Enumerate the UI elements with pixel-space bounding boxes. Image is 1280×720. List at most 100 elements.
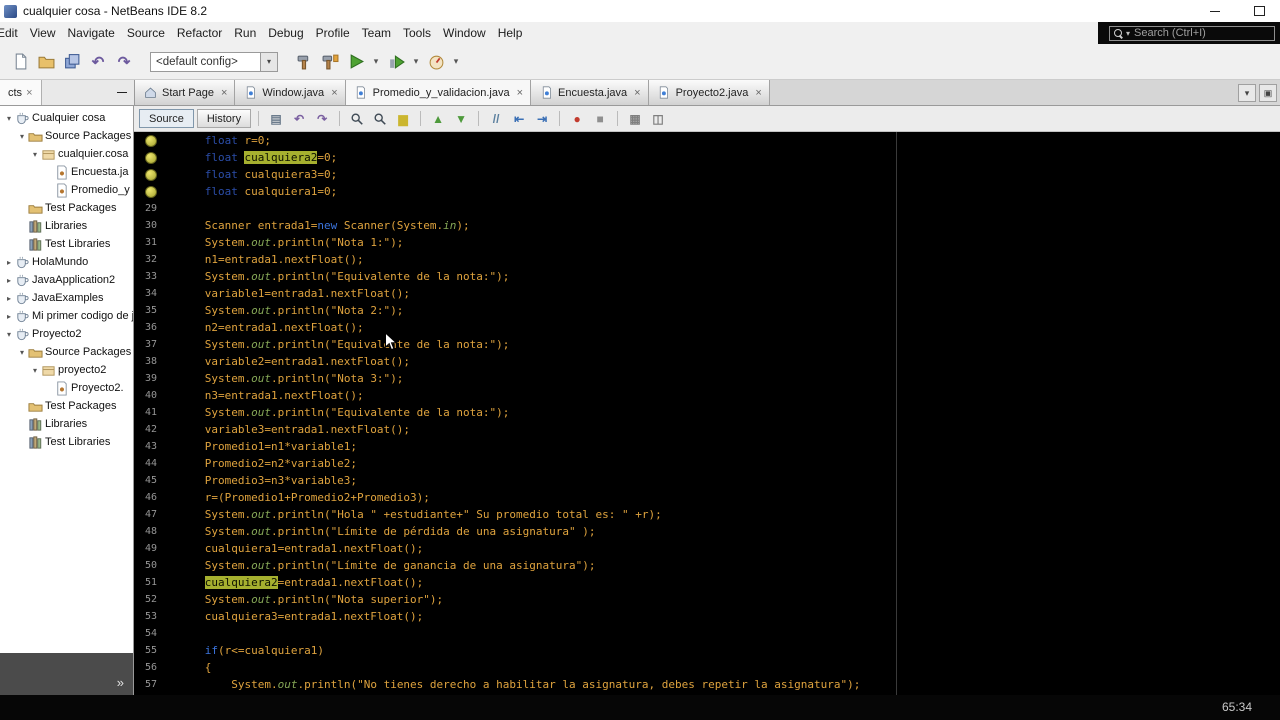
tab-close-icon[interactable]: × [634,87,640,99]
overflow-indicator[interactable]: » [117,675,124,690]
projects-tab-close-icon[interactable]: × [26,87,32,99]
warning-annotation-icon[interactable] [134,183,165,200]
line-number[interactable]: 45 [134,472,165,489]
tree-expander-icon[interactable]: ▸ [4,276,14,285]
code-line[interactable]: 36 n2=entrada1.nextFloat(); [134,319,1280,336]
debug-project-icon[interactable] [384,50,408,74]
menu-view[interactable]: View [24,23,62,43]
line-number[interactable]: 46 [134,489,165,506]
line-number[interactable]: 41 [134,404,165,421]
code-line[interactable]: 56 { [134,659,1280,676]
tree-item-libraries[interactable]: Libraries [0,217,133,235]
code-line[interactable]: 51 cualquiera2=entrada1.nextFloat(); [134,574,1280,591]
code-line[interactable]: 40 n3=entrada1.nextFloat(); [134,387,1280,404]
start-macro-recording-icon[interactable]: ● [567,109,587,129]
code-line[interactable]: float r=0; [134,132,1280,149]
find-occurrences-icon[interactable] [370,109,390,129]
debug-dropdown-icon[interactable]: ▾ [410,50,422,74]
menu-refactor[interactable]: Refactor [171,23,228,43]
line-number[interactable]: 52 [134,591,165,608]
tree-item-test-packages[interactable]: Test Packages [0,199,133,217]
run-dropdown-icon[interactable]: ▾ [370,50,382,74]
line-number[interactable]: 43 [134,438,165,455]
line-number[interactable]: 57 [134,676,165,693]
line-number[interactable]: 29 [134,200,165,217]
clean-build-project-icon[interactable] [318,50,342,74]
code-line[interactable]: float cualquiera1=0; [134,183,1280,200]
code-line[interactable]: 29 [134,200,1280,217]
search-input[interactable]: ▾ Search (Ctrl+I) [1109,25,1275,41]
tab-close-icon[interactable]: × [221,87,227,99]
code-line[interactable]: float cualquiera2=0; [134,149,1280,166]
last-edited-position-icon[interactable]: ▤ [266,109,286,129]
line-number[interactable]: 40 [134,387,165,404]
tree-item-javaexamples[interactable]: ▸ JavaExamples [0,289,133,307]
stop-macro-recording-icon[interactable]: ■ [590,109,610,129]
code-line[interactable]: 49 cualquiera1=entrada1.nextFloat(); [134,540,1280,557]
line-number[interactable]: 39 [134,370,165,387]
tree-expander-icon[interactable]: ▾ [30,366,40,375]
tab-list-button[interactable]: ▾ [1238,84,1256,102]
code-line[interactable]: 38 variable2=entrada1.nextFloat(); [134,353,1280,370]
tab-window-java[interactable]: Window.java × [235,80,346,105]
code-line[interactable]: 54 [134,625,1280,642]
line-number[interactable]: 37 [134,336,165,353]
code-line[interactable]: 47 System.out.println("Hola " +estudiant… [134,506,1280,523]
code-line[interactable]: 57 System.out.println("No tienes derecho… [134,676,1280,693]
tab-proyecto2-java[interactable]: Proyecto2.java × [648,80,770,105]
line-number[interactable]: 35 [134,302,165,319]
next-occurrence-icon[interactable]: ▼ [451,109,471,129]
tree-expander-icon[interactable]: ▸ [4,294,14,303]
code-line[interactable]: float cualquiera3=0; [134,166,1280,183]
tree-item-source-packages[interactable]: ▾ Source Packages [0,343,133,361]
tree-item-encuesta-ja[interactable]: Encuesta.ja [0,163,133,181]
toggle-highlight-search-icon[interactable]: ▆ [393,109,413,129]
shift-left-icon[interactable]: ⇤ [509,109,529,129]
config-select[interactable]: <default config> ▾ [150,51,278,72]
line-number[interactable]: 32 [134,251,165,268]
code-line[interactable]: 41 System.out.println("Equivalente de la… [134,404,1280,421]
minimize-panel-button[interactable] [115,86,129,100]
minimize-window-button[interactable] [1208,4,1222,18]
save-all-icon[interactable] [60,50,84,74]
menu-profile[interactable]: Profile [310,23,356,43]
code-line[interactable]: 50 System.out.println("Límite de gananci… [134,557,1280,574]
find-selection-icon[interactable] [347,109,367,129]
tree-expander-icon[interactable]: ▾ [17,348,27,357]
code-line[interactable]: 44 Promedio2=n2*variable2; [134,455,1280,472]
menu-source[interactable]: Source [121,23,171,43]
tree-item-source-packages[interactable]: ▾ Source Packages [0,127,133,145]
tree-item-mi-primer-codigo-de-jav[interactable]: ▸ Mi primer codigo de jav [0,307,133,325]
tree-expander-icon[interactable]: ▾ [30,150,40,159]
code-line[interactable]: 48 System.out.println("Límite de pérdida… [134,523,1280,540]
tree-item-libraries[interactable]: Libraries [0,415,133,433]
code-line[interactable]: 33 System.out.println("Equivalente de la… [134,268,1280,285]
menu-run[interactable]: Run [228,23,262,43]
tab-close-icon[interactable]: × [331,87,337,99]
profile-project-icon[interactable] [424,50,448,74]
tree-item-javaapplication2[interactable]: ▸ JavaApplication2 [0,271,133,289]
tree-expander-icon[interactable]: ▸ [4,258,14,267]
code-line[interactable]: 30 Scanner entrada1=new Scanner(System.i… [134,217,1280,234]
tree-item-cualquier-cosa[interactable]: ▾ Cualquier cosa [0,109,133,127]
line-number[interactable]: 48 [134,523,165,540]
insert-code-icon[interactable]: ▦ [625,109,645,129]
line-number[interactable]: 54 [134,625,165,642]
warning-annotation-icon[interactable] [134,149,165,166]
tree-item-test-packages[interactable]: Test Packages [0,397,133,415]
tree-item-holamundo[interactable]: ▸ HolaMundo [0,253,133,271]
code-line[interactable]: 39 System.out.println("Nota 3:"); [134,370,1280,387]
line-number[interactable]: 51 [134,574,165,591]
code-line[interactable]: 37 System.out.println("Equivalente de la… [134,336,1280,353]
open-project-icon[interactable] [34,50,58,74]
tab-close-icon[interactable]: × [517,87,523,99]
menu-team[interactable]: Team [356,23,397,43]
config-caret-icon[interactable]: ▾ [260,52,277,71]
menu-debug[interactable]: Debug [262,23,309,43]
tree-item-promedio-y[interactable]: Promedio_y [0,181,133,199]
menu-navigate[interactable]: Navigate [61,23,120,43]
line-number[interactable]: 33 [134,268,165,285]
code-line[interactable]: 53 cualquiera3=entrada1.nextFloat(); [134,608,1280,625]
new-file-icon[interactable] [8,50,32,74]
line-number[interactable]: 34 [134,285,165,302]
